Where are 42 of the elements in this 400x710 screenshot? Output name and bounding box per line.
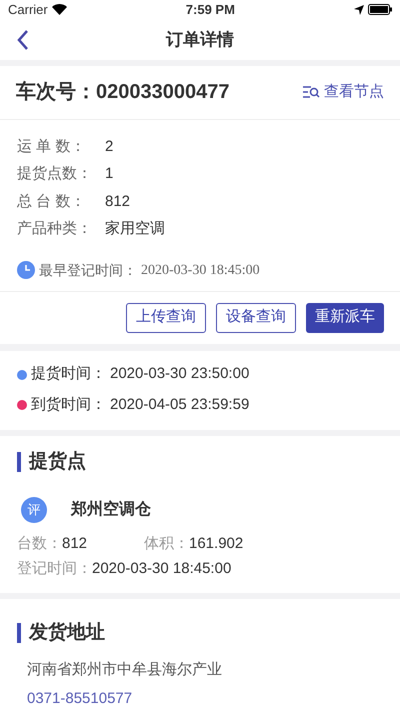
info-value: 812 (105, 192, 130, 212)
page-title: 订单详情 (166, 28, 234, 51)
action-button[interactable]: 重新派车 (306, 302, 384, 333)
view-nodes-link[interactable]: 查看节点 (302, 80, 384, 104)
carrier-label: Carrier (8, 1, 48, 19)
time-label: 提货时间： (31, 364, 106, 384)
heading-accent (17, 622, 21, 643)
location-arrow-icon (354, 4, 364, 15)
search-list-icon (302, 85, 320, 100)
earliest-value: 2020-03-30 18:45:00 (141, 262, 260, 280)
section-heading: 提货点 (29, 450, 86, 474)
info-label: 产品种类： (17, 219, 93, 240)
earliest-label: 最早登记时间： (39, 260, 137, 280)
battery-icon (368, 4, 392, 16)
action-button[interactable]: 设备查询 (216, 302, 296, 333)
pickup-badge: 评 (21, 496, 47, 523)
wifi-icon (52, 4, 67, 16)
info-label: 提货点数： (17, 164, 93, 184)
heading-accent (17, 452, 21, 472)
back-button[interactable] (16, 28, 30, 50)
time-label: 到货时间： (31, 394, 106, 415)
pickup-name: 郑州空调仓 (71, 499, 151, 520)
time-label: 登记时间： (17, 559, 92, 580)
info-value: 2 (105, 136, 114, 157)
count-label: 台数： (17, 534, 62, 554)
clock-icon (17, 261, 35, 280)
section-heading: 发货地址 (29, 620, 105, 644)
info-label: 运 单 数： (17, 136, 86, 157)
action-button[interactable]: 上传查询 (126, 302, 206, 333)
volume-label: 体积： (144, 534, 189, 554)
trip-number: 车次号：020033000477 (16, 80, 230, 106)
volume-value: 161.902 (189, 534, 244, 554)
time-value: 2020-03-30 18:45:00 (92, 559, 232, 580)
info-label: 总 台 数： (17, 192, 86, 212)
info-value: 家用空调 (105, 219, 165, 240)
status-time: 7:59 PM (186, 1, 235, 19)
time-value: 2020-04-05 23:59:59 (110, 394, 250, 415)
address-text: 河南省郑州市中牟县海尔产业 (27, 660, 223, 680)
time-value: 2020-03-30 23:50:00 (110, 364, 250, 384)
phone-link[interactable]: 0371-85510577 (27, 688, 383, 710)
info-value: 1 (105, 164, 114, 184)
count-value: 812 (62, 534, 88, 554)
